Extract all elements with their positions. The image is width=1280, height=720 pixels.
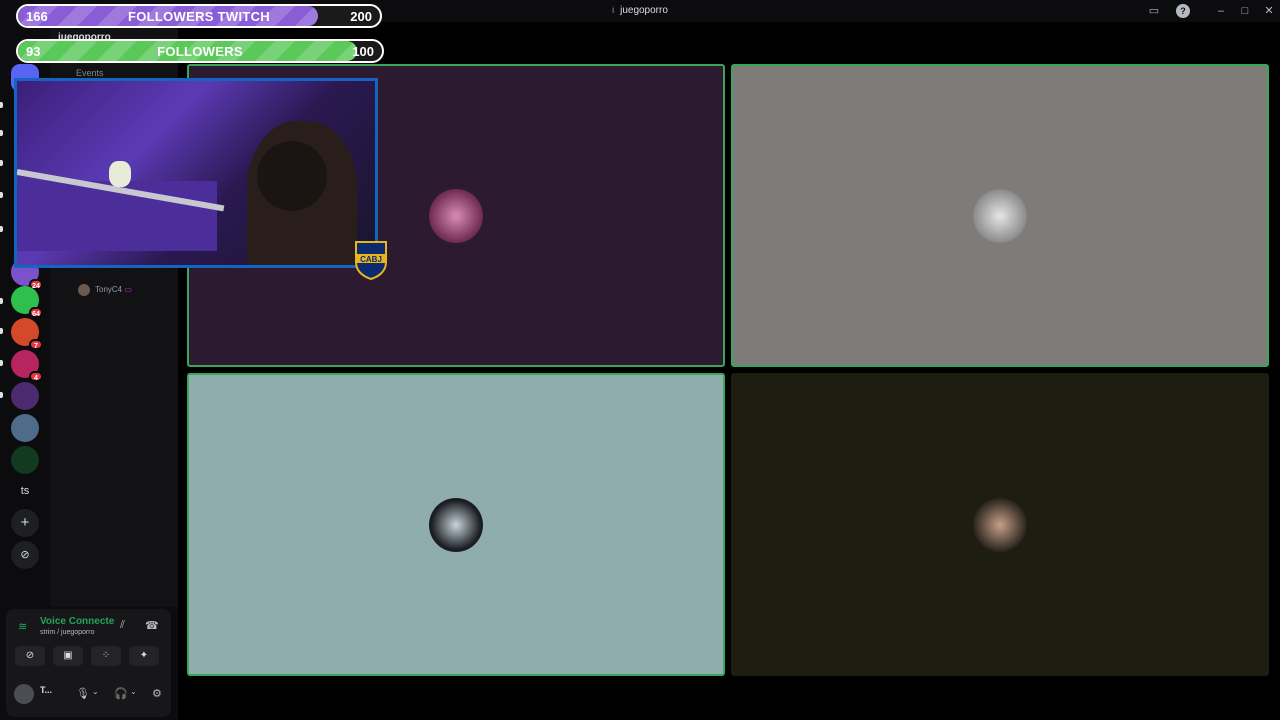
inbox-icon[interactable]: ▭ bbox=[1147, 4, 1161, 18]
unread-pill bbox=[0, 360, 3, 366]
soundboard-button[interactable]: ✦ bbox=[129, 646, 159, 666]
server-icon[interactable] bbox=[11, 446, 39, 474]
minimize-icon[interactable]: – bbox=[1214, 4, 1228, 18]
unread-pill bbox=[0, 160, 3, 166]
server-icon[interactable] bbox=[11, 414, 39, 442]
help-icon[interactable]: ? bbox=[1176, 4, 1190, 18]
unread-pill bbox=[0, 328, 3, 334]
member-name: TonyC4 bbox=[95, 285, 123, 295]
followers-goal: 93 FOLLOWERS 100 bbox=[16, 39, 384, 63]
unread-pill bbox=[0, 192, 3, 198]
webcam-overlay bbox=[14, 78, 378, 268]
maximize-icon[interactable]: □ bbox=[1238, 4, 1252, 18]
twitch-goal-target: 200 bbox=[350, 9, 372, 24]
server-icon[interactable]: 7 bbox=[11, 318, 43, 350]
server-icon[interactable] bbox=[11, 382, 39, 410]
chevron-down-icon[interactable]: ⌄ bbox=[130, 687, 137, 696]
noise-suppression-icon[interactable]: ⫽ bbox=[120, 619, 125, 632]
participant-tile[interactable] bbox=[731, 373, 1269, 676]
camera-off-button[interactable]: ⊘ bbox=[15, 646, 45, 666]
user-panel: T... 🎙 ⌄ 🎧 ⌄ ⚙ bbox=[14, 681, 164, 711]
screen-share-button[interactable]: ▣ bbox=[53, 646, 83, 666]
microphone-icon[interactable]: 🎙 bbox=[76, 687, 90, 700]
events-channel[interactable]: Events bbox=[76, 68, 104, 78]
followers-goal-target: 100 bbox=[352, 44, 374, 59]
info-icon: i bbox=[612, 5, 615, 15]
signal-icon: ≋ bbox=[18, 621, 28, 633]
mention-badge: 64 bbox=[29, 307, 43, 318]
twitch-goal-label: FOLLOWERS TWITCH bbox=[128, 9, 270, 24]
add-server-icon[interactable]: + bbox=[11, 509, 39, 537]
unread-pill bbox=[0, 298, 3, 304]
voice-panel: ≋ Voice Connecte strim / juegoporro ⫽ ☎ … bbox=[6, 609, 171, 717]
voice-channel[interactable]: strim / juegoporro bbox=[40, 629, 94, 636]
close-icon[interactable]: ✕ bbox=[1262, 4, 1276, 18]
participant-tile[interactable] bbox=[187, 373, 725, 676]
participant-avatar bbox=[429, 497, 483, 552]
participant-avatar bbox=[973, 188, 1027, 243]
mention-badge: 4 bbox=[29, 371, 43, 382]
voice-member[interactable]: TonyC4 ▭ bbox=[78, 284, 132, 296]
participant-avatar bbox=[973, 497, 1027, 552]
followers-goal-label: FOLLOWERS bbox=[157, 44, 243, 59]
voice-status[interactable]: Voice Connecte bbox=[40, 616, 114, 627]
discover-icon[interactable]: ⊘ bbox=[11, 541, 39, 569]
hair-shape bbox=[257, 141, 327, 211]
server-icon[interactable]: 4 bbox=[11, 350, 43, 382]
streaming-icon: ▭ bbox=[124, 285, 132, 295]
text-server-button[interactable]: ts bbox=[11, 477, 39, 505]
user-avatar[interactable] bbox=[14, 684, 34, 704]
server-icon[interactable]: 64 bbox=[11, 286, 43, 318]
mic-icon bbox=[109, 161, 131, 187]
unread-pill bbox=[0, 392, 3, 398]
headphones-icon[interactable]: 🎧 bbox=[114, 687, 128, 700]
participant-tile[interactable] bbox=[731, 64, 1269, 367]
settings-icon[interactable]: ⚙ bbox=[152, 687, 162, 700]
window-title-text: juegoporro bbox=[620, 5, 668, 16]
avatar bbox=[78, 284, 90, 296]
chevron-down-icon[interactable]: ⌄ bbox=[92, 687, 99, 696]
mention-badge: 7 bbox=[29, 339, 43, 350]
crest-text: CABJ bbox=[360, 255, 382, 264]
twitch-followers-goal: 166 FOLLOWERS TWITCH 200 bbox=[16, 4, 382, 28]
unread-pill bbox=[0, 226, 3, 232]
unread-pill bbox=[0, 130, 3, 136]
activities-button[interactable]: ⁘ bbox=[91, 646, 121, 666]
user-name[interactable]: T... bbox=[40, 685, 52, 695]
participant-avatar bbox=[429, 188, 483, 243]
disconnect-icon[interactable]: ☎ bbox=[145, 619, 159, 632]
boca-crest-logo: CABJ bbox=[355, 241, 387, 280]
unread-pill bbox=[0, 102, 3, 108]
